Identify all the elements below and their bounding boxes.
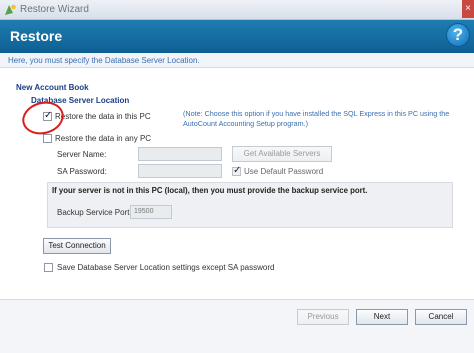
wizard-icon [5,4,16,15]
window-title: Restore Wizard [20,4,89,15]
restore-any-pc-checkbox[interactable] [43,134,52,143]
use-default-password-label[interactable]: Use Default Password [244,167,323,176]
server-name-label: Server Name: [57,150,107,159]
backup-port-value: 19500 [134,208,154,215]
server-name-input[interactable] [138,147,222,161]
use-default-password-checkbox[interactable] [232,166,241,176]
save-location-checkbox[interactable] [44,263,53,272]
wizard-banner: Restore [0,20,474,53]
sa-password-input[interactable] [138,164,222,178]
previous-button[interactable]: Previous [297,309,349,325]
account-book-title: New Account Book [16,83,89,92]
get-available-servers-button[interactable]: Get Available Servers [232,146,332,162]
backup-port-label: Backup Service Port: [57,208,132,217]
wizard-footer [0,299,474,353]
window-titlebar: Restore Wizard × [0,0,474,20]
help-icon[interactable]: ? [446,23,470,47]
backup-port-message: If your server is not in this PC (local)… [52,186,368,195]
next-button[interactable]: Next [356,309,408,325]
sa-password-label: SA Password: [57,167,107,176]
test-connection-button[interactable]: Test Connection [43,238,111,254]
sql-express-note: (Note: Choose this option if you have in… [183,109,450,128]
wizard-instructions: Here, you must specify the Database Serv… [0,53,474,68]
restore-any-pc-label[interactable]: Restore the data in any PC [55,134,151,143]
backup-port-input[interactable]: 19500 [130,205,172,219]
banner-title: Restore [10,28,63,44]
save-location-label[interactable]: Save Database Server Location settings e… [57,263,274,272]
cancel-button[interactable]: Cancel [415,309,467,325]
close-icon[interactable]: × [462,0,474,18]
instruction-text: Here, you must specify the Database Serv… [8,56,200,65]
restore-this-pc-label[interactable]: Restore the data in this PC [55,112,151,121]
